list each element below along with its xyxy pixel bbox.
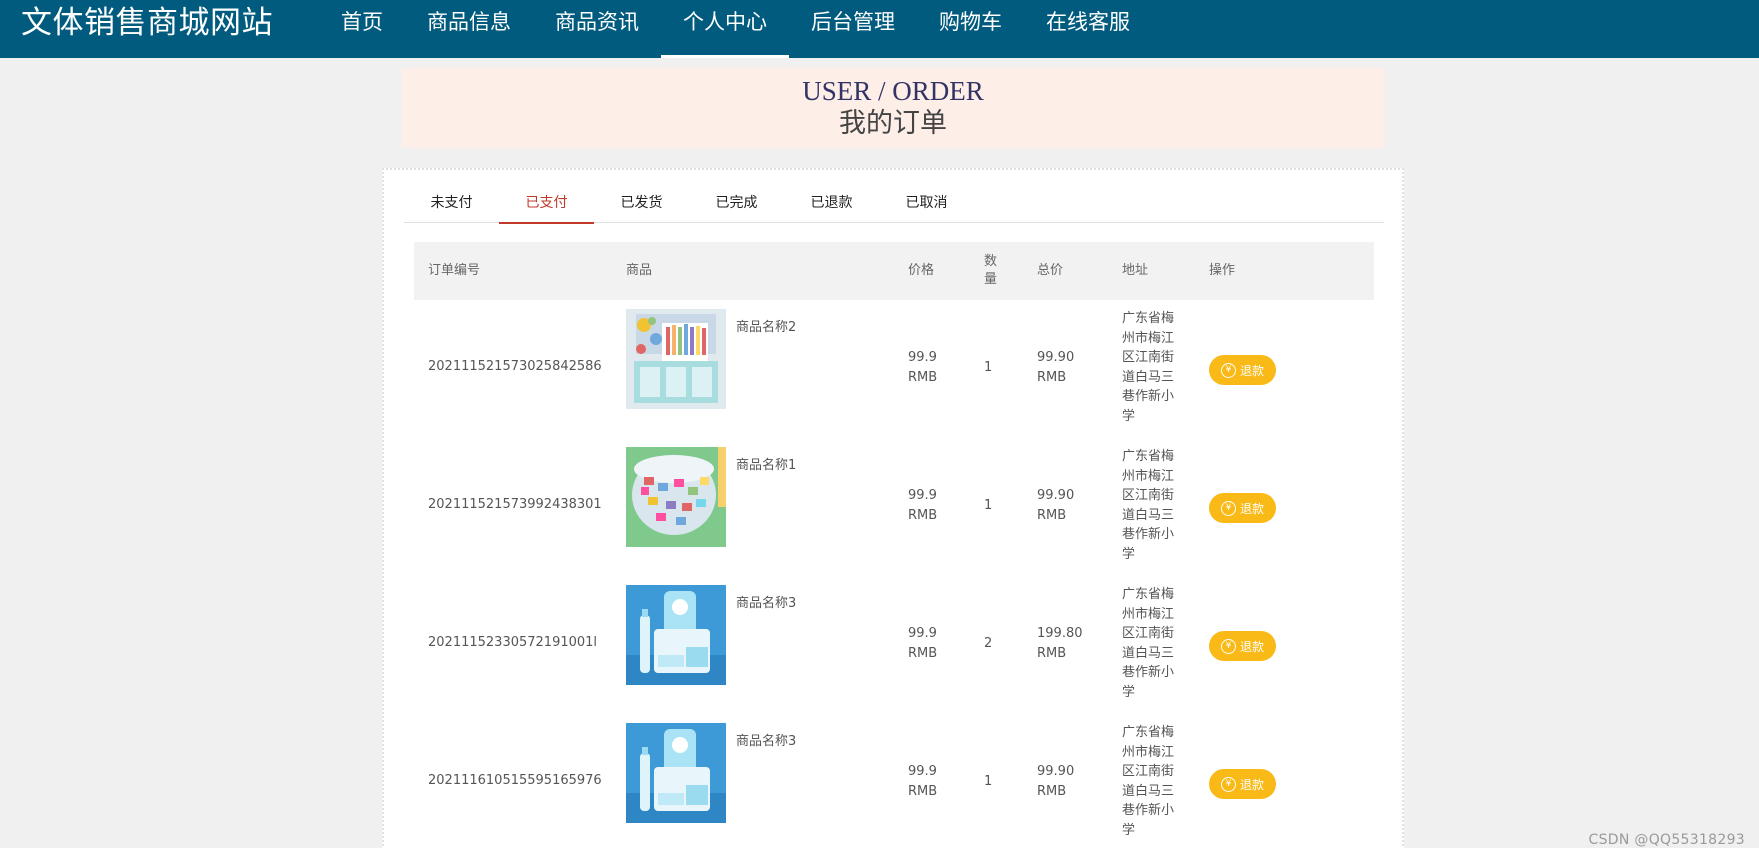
header-price: 价格 xyxy=(908,263,935,278)
header-total: 总价 xyxy=(1037,263,1064,278)
product-price: 99.9 RMB xyxy=(908,764,938,799)
order-id: 202111521573992438301 xyxy=(428,497,602,512)
top-navbar: 文体销售商城网站 首页 商品信息 商品资讯 个人中心 后台管理 购物车 在线客服 xyxy=(0,0,1759,58)
order-address: 广东省梅州市梅江区江南街道白马三巷作新小学 xyxy=(1122,725,1175,838)
banner-title-en: USER / ORDER xyxy=(802,76,984,106)
nav-user-center[interactable]: 个人中心 xyxy=(661,0,789,58)
product-quantity: 1 xyxy=(984,360,993,375)
order-id: 202111610515595165976 xyxy=(428,773,602,788)
main-nav: 首页 商品信息 商品资讯 个人中心 后台管理 购物车 在线客服 xyxy=(319,0,1152,58)
refund-button[interactable]: ¥ 退款 xyxy=(1209,493,1276,523)
order-total: 199.80 RMB xyxy=(1037,626,1083,661)
order-id: 20211152330572191001l xyxy=(428,635,598,650)
orders-panel: 未支付 已支付 已发货 已完成 已退款 已取消 订单编号 商品 价格 数量 总价… xyxy=(382,168,1404,848)
table-row: 202111521573025842586 商品名称2 99.9 RMB 1 9… xyxy=(414,300,1374,438)
tab-paid[interactable]: 已支付 xyxy=(499,186,594,224)
header-quantity: 数量 xyxy=(984,254,998,287)
order-total: 99.90 RMB xyxy=(1037,764,1075,799)
refund-button[interactable]: ¥ 退款 xyxy=(1209,631,1276,661)
refund-button-label: 退款 xyxy=(1239,639,1264,654)
nav-online-service[interactable]: 在线客服 xyxy=(1024,0,1152,58)
nav-goods-news[interactable]: 商品资讯 xyxy=(533,0,661,58)
table-row: 202111610515595165976 商品名称3 99.9 RMB 1 9… xyxy=(414,714,1374,848)
refund-button-label: 退款 xyxy=(1239,777,1264,792)
order-id: 202111521573025842586 xyxy=(428,359,602,374)
table-row: 202111521573992438301 商品名称1 99.9 RMB 1 9… xyxy=(414,438,1374,576)
refund-button[interactable]: ¥ 退款 xyxy=(1209,355,1276,385)
tab-shipped[interactable]: 已发货 xyxy=(594,186,689,223)
yen-circle-icon: ¥ xyxy=(1220,776,1236,792)
order-total: 99.90 RMB xyxy=(1037,488,1075,523)
refund-button-label: 退款 xyxy=(1239,501,1264,516)
tab-refunded[interactable]: 已退款 xyxy=(784,186,879,223)
order-total: 99.90 RMB xyxy=(1037,350,1075,385)
orders-table: 订单编号 商品 价格 数量 总价 地址 操作 20211152157302584… xyxy=(414,242,1374,848)
header-address: 地址 xyxy=(1122,263,1149,278)
nav-goods-info[interactable]: 商品信息 xyxy=(405,0,533,58)
nav-admin[interactable]: 后台管理 xyxy=(789,0,917,58)
tab-unpaid[interactable]: 未支付 xyxy=(404,186,499,223)
order-address: 广东省梅州市梅江区江南街道白马三巷作新小学 xyxy=(1122,587,1175,700)
product-name[interactable]: 商品名称3 xyxy=(736,732,796,752)
product-image-blue-stationery[interactable] xyxy=(626,585,726,685)
page-banner: USER / ORDER 我的订单 xyxy=(402,68,1384,148)
yen-circle-icon: ¥ xyxy=(1220,638,1236,654)
product-image-binder-clips[interactable] xyxy=(626,447,726,547)
product-quantity: 1 xyxy=(984,498,993,513)
nav-cart[interactable]: 购物车 xyxy=(917,0,1024,58)
watermark: CSDN @QQ55318293 xyxy=(1588,832,1745,848)
yen-circle-icon: ¥ xyxy=(1220,362,1236,378)
refund-button[interactable]: ¥ 退款 xyxy=(1209,769,1276,799)
order-address: 广东省梅州市梅江区江南街道白马三巷作新小学 xyxy=(1122,449,1175,562)
header-actions: 操作 xyxy=(1209,263,1236,278)
product-name[interactable]: 商品名称2 xyxy=(736,318,796,338)
product-name[interactable]: 商品名称1 xyxy=(736,456,796,476)
product-image-blue-stationery[interactable] xyxy=(626,723,726,823)
header-goods: 商品 xyxy=(626,263,653,278)
yen-circle-icon: ¥ xyxy=(1220,500,1236,516)
product-name[interactable]: 商品名称3 xyxy=(736,594,796,614)
product-image-pen-holder[interactable] xyxy=(626,309,726,409)
header-order-id: 订单编号 xyxy=(428,263,481,278)
banner-title-cn: 我的订单 xyxy=(839,108,947,138)
product-price: 99.9 RMB xyxy=(908,350,938,385)
tab-completed[interactable]: 已完成 xyxy=(689,186,784,223)
table-header: 订单编号 商品 价格 数量 总价 地址 操作 xyxy=(414,242,1374,300)
tab-cancelled[interactable]: 已取消 xyxy=(879,186,974,223)
product-price: 99.9 RMB xyxy=(908,488,938,523)
refund-button-label: 退款 xyxy=(1239,363,1264,378)
table-row: 20211152330572191001l 商品名称3 99.9 RMB 2 1… xyxy=(414,576,1374,714)
product-quantity: 1 xyxy=(984,774,993,789)
site-brand[interactable]: 文体销售商城网站 xyxy=(21,2,273,44)
product-price: 99.9 RMB xyxy=(908,626,938,661)
nav-home[interactable]: 首页 xyxy=(319,0,405,58)
product-quantity: 2 xyxy=(984,636,993,651)
order-address: 广东省梅州市梅江区江南街道白马三巷作新小学 xyxy=(1122,311,1175,424)
order-status-tabs: 未支付 已支付 已发货 已完成 已退款 已取消 xyxy=(404,186,1384,224)
